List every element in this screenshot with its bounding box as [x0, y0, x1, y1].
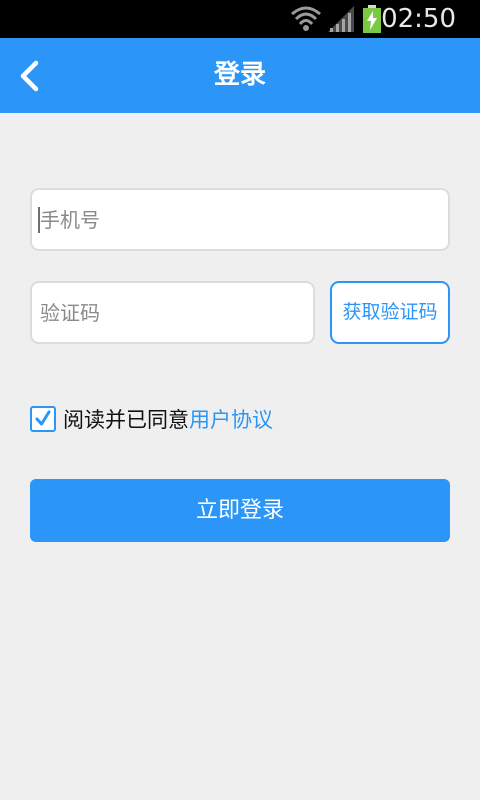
signal-icon — [328, 6, 354, 32]
agreement-checkbox[interactable] — [30, 406, 56, 432]
page-title: 登录 — [213, 60, 266, 90]
user-agreement-link[interactable]: 用户协议 — [189, 404, 273, 434]
checkmark-icon — [35, 410, 51, 426]
agreement-row: 阅读并已同意 用户协议 — [30, 402, 273, 436]
chevron-left-icon[interactable] — [14, 58, 46, 94]
wifi-icon — [291, 6, 321, 31]
battery-charging-icon — [363, 5, 381, 33]
agreement-text: 阅读并已同意 — [63, 408, 189, 432]
login-button[interactable]: 立即登录 — [30, 479, 450, 542]
status-bar: 02:50 — [0, 0, 480, 38]
text-cursor — [38, 207, 40, 233]
get-code-button[interactable]: 获取验证码 — [330, 281, 450, 344]
verification-code-input[interactable] — [30, 281, 315, 344]
status-time: 02:50 — [381, 4, 456, 34]
app-bar: 登录 — [0, 38, 480, 113]
phone-input[interactable] — [30, 188, 450, 251]
